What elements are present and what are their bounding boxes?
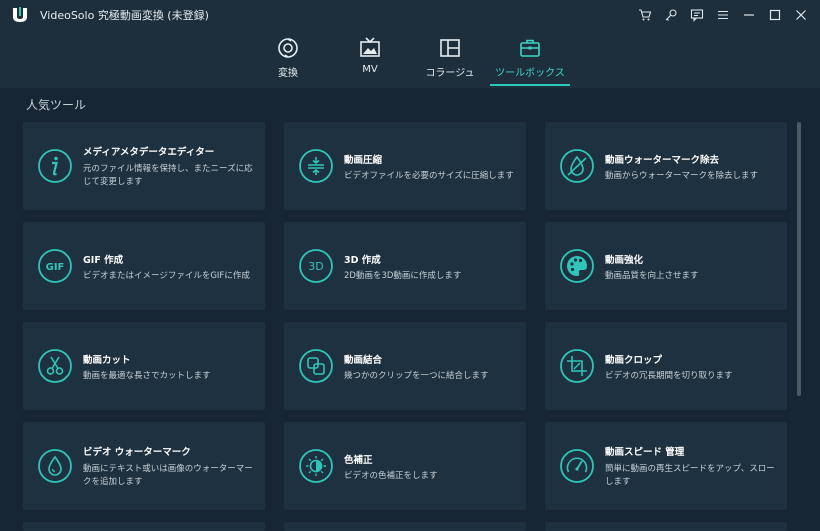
info-icon <box>38 149 72 183</box>
chat-icon[interactable] <box>686 5 708 25</box>
tool-card-speed-control[interactable]: 動画スピード 管理 簡単に動画の再生スピードをアップ、スローします <box>545 422 787 510</box>
tool-card-partial[interactable] <box>23 522 265 531</box>
tool-description: 動画品質を向上させます <box>605 271 699 281</box>
tool-description: 2D動画を3D動画に作成します <box>344 271 462 281</box>
mv-icon <box>360 37 380 57</box>
tool-description: ビデオの冗長期間を切り取ります <box>605 371 733 381</box>
color-correct-icon <box>299 449 333 483</box>
tool-card-watermark-remove[interactable]: 動画ウォーターマーク除去 動画からウォーターマークを除去します <box>545 122 787 210</box>
tool-title: 3D 作成 <box>344 255 381 266</box>
maximize-icon[interactable] <box>764 5 786 25</box>
tool-card-video-enhance[interactable]: 動画強化 動画品質を向上させます <box>545 222 787 310</box>
app-logo-icon <box>13 7 27 22</box>
tab-toolbox[interactable]: ツールボックス <box>490 34 570 86</box>
main-nav: 変換 MV コラージュ ツールボックス <box>0 30 820 88</box>
tool-title: 動画強化 <box>605 255 644 266</box>
tool-card-gif-maker[interactable]: GIF GIF 作成 ビデオまたはイメージファイルをGIFに作成 <box>23 222 265 310</box>
key-icon[interactable] <box>660 5 682 25</box>
tool-grid: メディアメタデータエディター 元のファイル情報を保持し、またニーズに応じて変更し… <box>0 88 800 531</box>
tab-label: ツールボックス <box>495 68 565 79</box>
tab-collage[interactable]: コラージュ <box>410 34 490 84</box>
tool-description: ビデオまたはイメージファイルをGIFに作成 <box>83 271 250 281</box>
svg-text:GIF: GIF <box>46 262 65 273</box>
tool-card-metadata-editor[interactable]: メディアメタデータエディター 元のファイル情報を保持し、またニーズに応じて変更し… <box>23 122 265 210</box>
tool-description: 幾つかのクリップを一つに結合します <box>344 371 489 381</box>
crop-icon <box>560 349 594 383</box>
tool-card-partial[interactable] <box>284 522 526 531</box>
tool-card-video-compress[interactable]: 動画圧縮 ビデオファイルを必要のサイズに圧縮します <box>284 122 526 210</box>
tool-title: 動画スピード 管理 <box>605 447 685 458</box>
convert-icon <box>278 38 298 58</box>
watermark-remove-icon <box>560 149 594 183</box>
tool-description: ビデオの色補正をします <box>344 471 438 481</box>
tool-card-video-cut[interactable]: 動画カット 動画を最適な長さでカットします <box>23 322 265 410</box>
tab-label: MV <box>362 64 378 75</box>
close-icon[interactable] <box>790 5 812 25</box>
tool-description: 動画からウォーターマークを除去します <box>605 171 759 181</box>
tool-title: 動画ウォーターマーク除去 <box>605 155 720 166</box>
palette-icon <box>560 249 594 283</box>
title-bar: VideoSolo 究極動画変換 (未登録) <box>0 0 820 30</box>
compress-icon <box>299 149 333 183</box>
tool-title: GIF 作成 <box>83 255 124 266</box>
tool-title: メディアメタデータエディター <box>83 147 215 158</box>
tool-description: 元のファイル情報を保持し、またニーズに応じて変更します <box>83 164 253 187</box>
tool-card-partial[interactable] <box>545 522 787 531</box>
tool-card-3d-maker[interactable]: 3D 3D 作成 2D動画を3D動画に作成します <box>284 222 526 310</box>
toolbox-icon <box>520 39 540 57</box>
3d-icon: 3D <box>299 249 333 283</box>
app-window: VideoSolo 究極動画変換 (未登録) 変換 MV コラージュ ツールボッ… <box>0 0 820 531</box>
merge-icon <box>299 349 333 383</box>
tool-title: ビデオ ウォーターマーク <box>83 447 191 458</box>
vertical-scrollbar[interactable] <box>797 122 801 396</box>
collage-icon <box>440 39 460 57</box>
cart-icon[interactable] <box>634 5 656 25</box>
tool-description: ビデオファイルを必要のサイズに圧縮します <box>344 171 514 181</box>
tool-card-color-correction[interactable]: 色補正 ビデオの色補正をします <box>284 422 526 510</box>
scissors-icon <box>38 349 72 383</box>
tool-title: 動画結合 <box>344 355 383 366</box>
tool-description: 動画を最適な長さでカットします <box>83 371 211 381</box>
tab-label: コラージュ <box>425 68 475 79</box>
tool-card-video-merge[interactable]: 動画結合 幾つかのクリップを一つに結合します <box>284 322 526 410</box>
svg-text:3D: 3D <box>308 260 323 273</box>
gif-icon: GIF <box>38 249 72 283</box>
tool-description: 動画にテキスト或いは画像のウォーターマークを追加します <box>83 464 253 487</box>
tool-card-video-crop[interactable]: 動画クロップ ビデオの冗長期間を切り取ります <box>545 322 787 410</box>
menu-icon[interactable] <box>712 5 734 25</box>
tool-title: 色補正 <box>344 455 373 466</box>
tab-label: 変換 <box>278 68 298 79</box>
tool-card-video-watermark[interactable]: ビデオ ウォーターマーク 動画にテキスト或いは画像のウォーターマークを追加します <box>23 422 265 510</box>
watermark-icon <box>38 449 72 483</box>
tool-title: 動画カット <box>83 355 131 366</box>
tool-title: 動画圧縮 <box>344 155 383 166</box>
tool-description: 簡単に動画の再生スピードをアップ、スローします <box>605 464 775 487</box>
window-title: VideoSolo 究極動画変換 (未登録) <box>40 9 209 22</box>
tool-title: 動画クロップ <box>605 355 663 366</box>
toolbox-panel: 人気ツール メディアメタデータエディター 元のファイル情報を保持し、またニーズに… <box>0 88 820 531</box>
speed-icon <box>560 449 594 483</box>
minimize-icon[interactable] <box>738 5 760 25</box>
tab-mv[interactable]: MV <box>330 34 410 84</box>
tab-convert[interactable]: 変換 <box>248 34 328 84</box>
